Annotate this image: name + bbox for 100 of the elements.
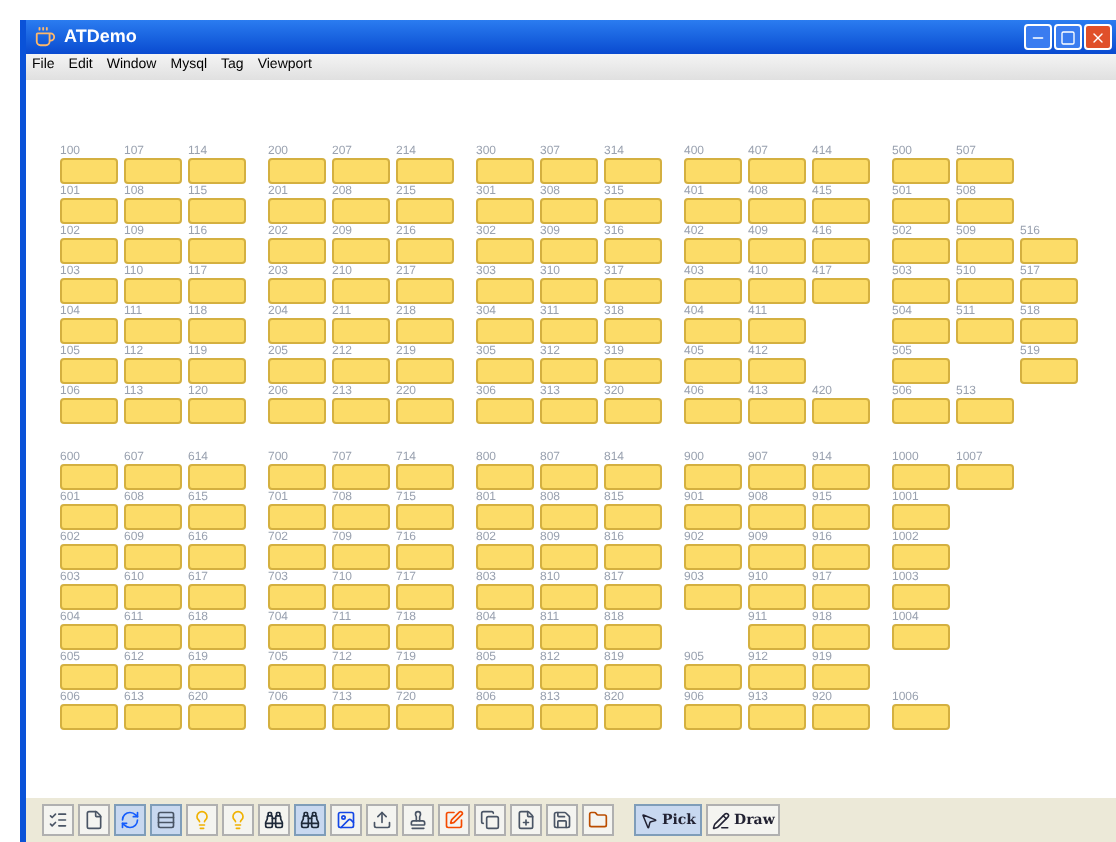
- note-card[interactable]: [540, 624, 598, 650]
- note-card[interactable]: [684, 504, 742, 530]
- note-card[interactable]: [188, 398, 246, 424]
- note-card[interactable]: [396, 624, 454, 650]
- note-card[interactable]: [748, 464, 806, 490]
- note-card[interactable]: [956, 464, 1014, 490]
- note-card[interactable]: [604, 238, 662, 264]
- note-card[interactable]: [748, 504, 806, 530]
- note-card[interactable]: [956, 158, 1014, 184]
- note-card[interactable]: [476, 624, 534, 650]
- note-card[interactable]: [540, 158, 598, 184]
- note-card[interactable]: [332, 584, 390, 610]
- note-card[interactable]: [396, 278, 454, 304]
- note-card[interactable]: [396, 318, 454, 344]
- note-card[interactable]: [396, 398, 454, 424]
- note-card[interactable]: [124, 198, 182, 224]
- note-card[interactable]: [1020, 278, 1078, 304]
- note-card[interactable]: [812, 584, 870, 610]
- note-card[interactable]: [476, 238, 534, 264]
- note-card[interactable]: [268, 584, 326, 610]
- note-card[interactable]: [332, 238, 390, 264]
- note-card[interactable]: [188, 198, 246, 224]
- toolbar-button[interactable]: [330, 804, 362, 836]
- minimize-button[interactable]: [1024, 24, 1052, 50]
- note-card[interactable]: [268, 704, 326, 730]
- note-card[interactable]: [188, 584, 246, 610]
- note-card[interactable]: [60, 398, 118, 424]
- note-card[interactable]: [604, 318, 662, 344]
- note-card[interactable]: [748, 584, 806, 610]
- note-card[interactable]: [892, 544, 950, 570]
- note-card[interactable]: [684, 278, 742, 304]
- note-card[interactable]: [812, 238, 870, 264]
- note-card[interactable]: [332, 664, 390, 690]
- note-card[interactable]: [476, 158, 534, 184]
- note-card[interactable]: [476, 358, 534, 384]
- note-card[interactable]: [604, 158, 662, 184]
- note-card[interactable]: [476, 278, 534, 304]
- note-card[interactable]: [604, 358, 662, 384]
- note-card[interactable]: [956, 318, 1014, 344]
- note-card[interactable]: [476, 318, 534, 344]
- note-card[interactable]: [892, 624, 950, 650]
- note-card[interactable]: [1020, 238, 1078, 264]
- note-card[interactable]: [476, 664, 534, 690]
- note-card[interactable]: [60, 584, 118, 610]
- note-card[interactable]: [332, 318, 390, 344]
- note-card[interactable]: [540, 504, 598, 530]
- note-card[interactable]: [332, 464, 390, 490]
- note-card[interactable]: [812, 624, 870, 650]
- note-card[interactable]: [124, 544, 182, 570]
- note-card[interactable]: [812, 464, 870, 490]
- note-card[interactable]: [1020, 318, 1078, 344]
- note-card[interactable]: [60, 624, 118, 650]
- note-card[interactable]: [60, 664, 118, 690]
- note-card[interactable]: [332, 544, 390, 570]
- note-card[interactable]: [604, 464, 662, 490]
- toolbar-button[interactable]: [510, 804, 542, 836]
- note-card[interactable]: [604, 584, 662, 610]
- toolbar-button[interactable]: [294, 804, 326, 836]
- note-card[interactable]: [604, 624, 662, 650]
- note-card[interactable]: [812, 278, 870, 304]
- note-card[interactable]: [892, 704, 950, 730]
- note-card[interactable]: [540, 358, 598, 384]
- note-card[interactable]: [812, 398, 870, 424]
- note-card[interactable]: [268, 624, 326, 650]
- note-card[interactable]: [332, 358, 390, 384]
- note-card[interactable]: [268, 318, 326, 344]
- note-card[interactable]: [332, 504, 390, 530]
- note-card[interactable]: [188, 544, 246, 570]
- note-card[interactable]: [812, 704, 870, 730]
- note-card[interactable]: [124, 504, 182, 530]
- note-card[interactable]: [268, 158, 326, 184]
- note-card[interactable]: [124, 238, 182, 264]
- note-card[interactable]: [124, 398, 182, 424]
- note-card[interactable]: [396, 504, 454, 530]
- note-card[interactable]: [60, 158, 118, 184]
- note-card[interactable]: [956, 398, 1014, 424]
- note-card[interactable]: [604, 664, 662, 690]
- note-card[interactable]: [188, 158, 246, 184]
- note-card[interactable]: [124, 358, 182, 384]
- note-card[interactable]: [684, 318, 742, 344]
- note-card[interactable]: [748, 664, 806, 690]
- note-card[interactable]: [892, 398, 950, 424]
- note-card[interactable]: [540, 398, 598, 424]
- toolbar-button[interactable]: [258, 804, 290, 836]
- note-card[interactable]: [332, 198, 390, 224]
- note-card[interactable]: [60, 504, 118, 530]
- note-card[interactable]: [892, 504, 950, 530]
- note-card[interactable]: [124, 464, 182, 490]
- note-card[interactable]: [124, 624, 182, 650]
- note-card[interactable]: [268, 544, 326, 570]
- note-card[interactable]: [396, 464, 454, 490]
- note-card[interactable]: [748, 704, 806, 730]
- note-card[interactable]: [188, 464, 246, 490]
- note-card[interactable]: [268, 504, 326, 530]
- note-card[interactable]: [748, 624, 806, 650]
- note-card[interactable]: [892, 318, 950, 344]
- note-card[interactable]: [268, 278, 326, 304]
- note-card[interactable]: [188, 704, 246, 730]
- note-card[interactable]: [188, 624, 246, 650]
- note-card[interactable]: [60, 704, 118, 730]
